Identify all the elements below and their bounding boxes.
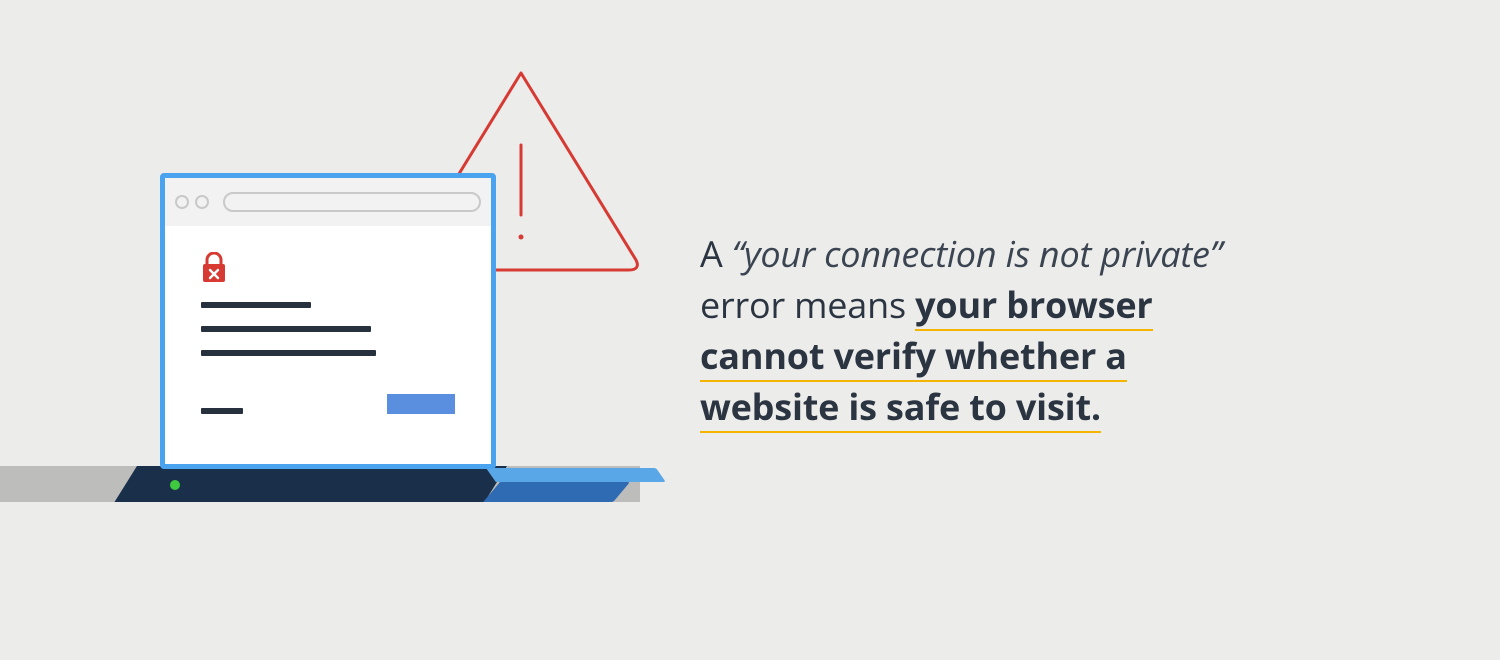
address-bar-placeholder: [223, 192, 481, 212]
text-line-placeholder: [201, 302, 311, 308]
window-control-icon: [175, 195, 189, 209]
laptop-illustration: [0, 0, 700, 660]
quote-close: ”: [1210, 229, 1222, 278]
primary-button-placeholder: [387, 394, 455, 414]
error-page: [165, 226, 491, 440]
quote-open: “: [732, 229, 744, 278]
text-line-placeholder: [201, 408, 243, 414]
bold-segment-3: website is safe to visit.: [700, 382, 1101, 431]
window-control-icon: [195, 195, 209, 209]
laptop-base-edge: [486, 468, 666, 482]
text-line-placeholder: [201, 350, 376, 356]
bold-segment-1: your browser: [915, 280, 1152, 329]
laptop-screen: [160, 173, 496, 469]
definition-text: A “your connection is not private” error…: [700, 228, 1500, 432]
browser-toolbar: [165, 178, 491, 226]
text-prefix: A: [700, 229, 732, 278]
quote-text: your connection is not private: [744, 229, 1210, 278]
laptop-base-bottom: [483, 482, 630, 502]
text-line-placeholder: [201, 326, 371, 332]
power-led: [170, 480, 180, 490]
text-mid: error means: [700, 280, 915, 329]
lock-error-icon: [201, 252, 455, 284]
bold-segment-2: cannot verify whether a: [700, 331, 1127, 380]
